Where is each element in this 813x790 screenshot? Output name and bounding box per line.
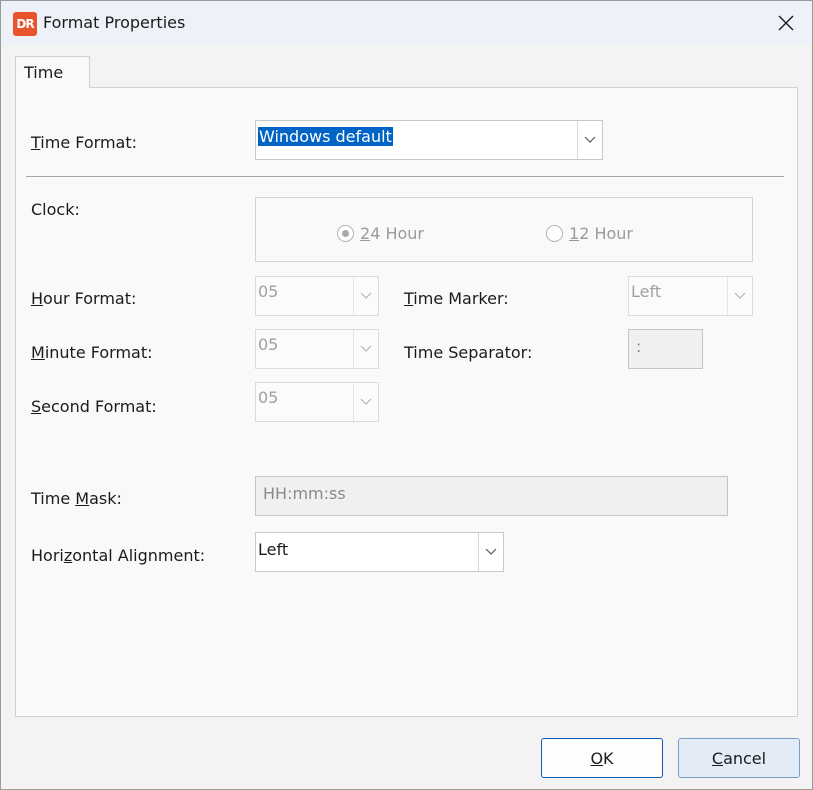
radio-12-hour-label: 12 Hour	[569, 224, 633, 243]
minute-format-label: Minute Format:	[31, 343, 153, 362]
divider	[26, 176, 784, 177]
chevron-down-icon	[727, 277, 752, 315]
second-format-label: Second Format:	[31, 397, 157, 416]
time-mask-input[interactable]: HH:mm:ss	[255, 476, 728, 516]
horizontal-alignment-value: Left	[258, 540, 289, 559]
app-logo-icon: DR	[13, 12, 37, 36]
close-icon	[778, 15, 794, 31]
chevron-down-icon	[577, 121, 602, 159]
time-marker-label: Time Marker:	[404, 289, 509, 308]
time-format-value: Windows default	[258, 127, 393, 146]
time-mask-label: Time Mask:	[31, 489, 122, 508]
radio-unselected-icon	[546, 225, 563, 242]
hour-format-label: Hour Format:	[31, 289, 137, 308]
time-separator-label: Time Separator:	[404, 343, 533, 362]
radio-24-hour[interactable]: 24 Hour	[337, 224, 424, 243]
clock-group	[255, 197, 753, 262]
chevron-down-icon	[353, 277, 378, 315]
clock-label: Clock:	[31, 200, 80, 219]
time-format-dropdown[interactable]: Windows default	[255, 120, 603, 160]
hour-format-value: 05	[258, 282, 279, 301]
time-marker-value: Left	[631, 282, 662, 301]
minute-format-value: 05	[258, 335, 279, 354]
second-format-dropdown[interactable]: 05	[255, 382, 379, 422]
tab-time[interactable]: Time	[15, 56, 90, 88]
close-button[interactable]	[768, 7, 804, 39]
window-title: Format Properties	[43, 13, 186, 32]
time-marker-dropdown[interactable]: Left	[628, 276, 753, 316]
chevron-down-icon	[353, 383, 378, 421]
cancel-button[interactable]: Cancel	[678, 738, 800, 778]
hour-format-dropdown[interactable]: 05	[255, 276, 379, 316]
radio-24-hour-label: 24 Hour	[360, 224, 424, 243]
horizontal-alignment-dropdown[interactable]: Left	[255, 532, 504, 572]
radio-selected-icon	[337, 225, 354, 242]
chevron-down-icon	[353, 330, 378, 368]
time-format-label: Time Format:	[31, 133, 138, 152]
radio-12-hour[interactable]: 12 Hour	[546, 224, 633, 243]
ok-button[interactable]: OK	[541, 738, 663, 778]
second-format-value: 05	[258, 388, 279, 407]
minute-format-dropdown[interactable]: 05	[255, 329, 379, 369]
title-bar: DR Format Properties	[1, 1, 812, 45]
chevron-down-icon	[478, 533, 503, 571]
format-properties-dialog: DR Format Properties Time Time Format: W…	[0, 0, 813, 790]
horizontal-alignment-label: Horizontal Alignment:	[31, 546, 206, 565]
time-separator-input[interactable]: :	[628, 329, 703, 369]
